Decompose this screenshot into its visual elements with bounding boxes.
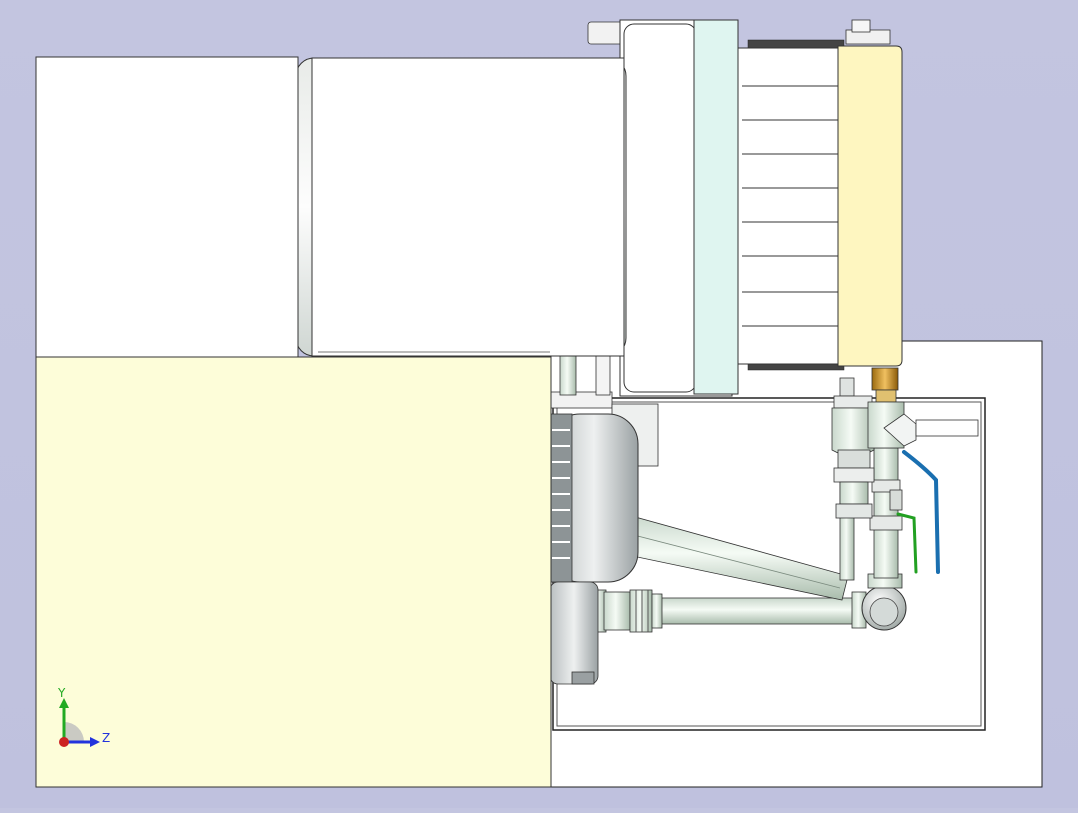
orientation-triad: Y Z	[50, 684, 120, 754]
end-cover[interactable]	[837, 19, 903, 367]
cad-viewport[interactable]: Y Z	[0, 0, 1078, 808]
cylinder-body[interactable]	[295, 57, 627, 357]
triad-z-label: Z	[102, 731, 111, 745]
model-drawing	[35, 19, 1043, 788]
fin-block[interactable]	[737, 39, 845, 371]
white-box[interactable]	[35, 56, 299, 360]
triad-y-label: Y	[58, 686, 66, 700]
